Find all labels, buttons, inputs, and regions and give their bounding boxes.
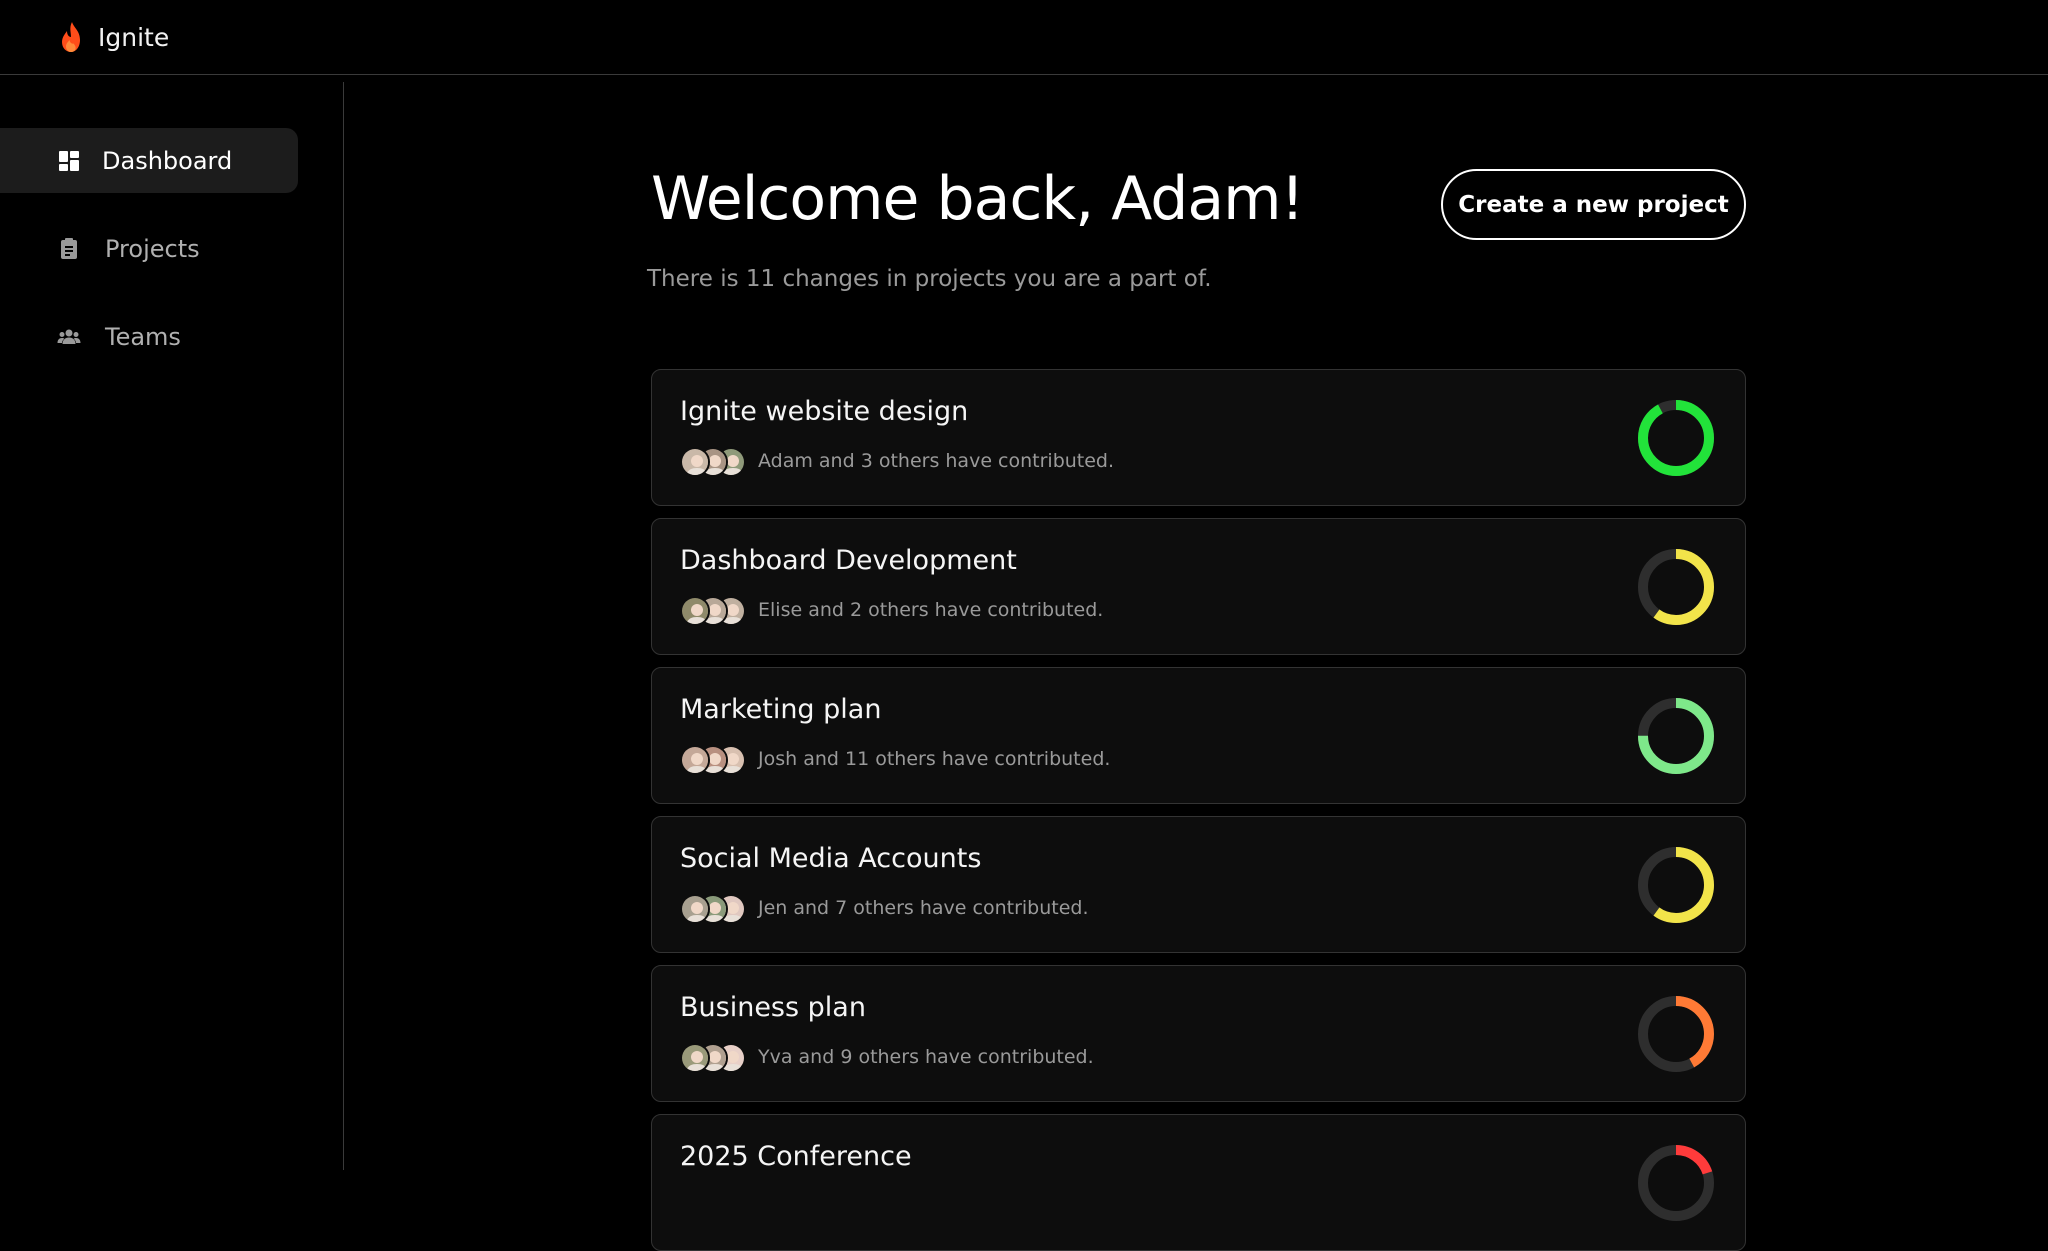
contributor-avatars (680, 1043, 750, 1073)
page-subtitle: There is 11 changes in projects you are … (647, 266, 1212, 292)
contributor-avatars (680, 447, 750, 477)
project-title: Marketing plan (680, 694, 882, 725)
avatar (680, 745, 710, 775)
project-card[interactable]: Marketing plan Josh and 11 others have co… (651, 667, 1746, 804)
main-content: Welcome back, Adam! There is 11 changes … (345, 76, 2048, 1251)
sidebar: Dashboard Projects Teams (0, 82, 344, 1170)
project-card[interactable]: Dashboard Development Elise and 2 others … (651, 518, 1746, 655)
contributor-avatars (680, 745, 750, 775)
progress-ring (1638, 549, 1714, 625)
contributor-avatars (680, 894, 750, 924)
project-card[interactable]: 2025 Conference (651, 1114, 1746, 1251)
progress-ring-fill (1638, 400, 1714, 476)
project-card[interactable]: Business plan Yva and 9 others have contr… (651, 965, 1746, 1102)
app-name: Ignite (98, 22, 170, 52)
contributor-avatars (680, 596, 750, 626)
sidebar-item-teams[interactable]: Teams (0, 304, 298, 369)
contributors-text: Jen and 7 others have contributed. (758, 897, 1089, 919)
top-bar: Ignite (0, 0, 2048, 75)
create-project-button[interactable]: Create a new project (1441, 169, 1746, 240)
flame-icon (62, 22, 80, 52)
project-card[interactable]: Ignite website design Adam and 3 others h… (651, 369, 1746, 506)
users-icon (57, 329, 81, 344)
progress-ring (1638, 847, 1714, 923)
avatar (680, 596, 710, 626)
sidebar-item-projects[interactable]: Projects (0, 216, 298, 281)
avatar (680, 894, 710, 924)
sidebar-item-label: Teams (105, 322, 181, 351)
project-card[interactable]: Social Media Accounts Jen and 7 others ha… (651, 816, 1746, 953)
app-logo[interactable]: Ignite (58, 20, 169, 54)
contributors-text: Elise and 2 others have contributed. (758, 599, 1104, 621)
contributors-text: Josh and 11 others have contributed. (758, 748, 1111, 770)
avatar (680, 447, 710, 477)
sidebar-item-dashboard[interactable]: Dashboard (0, 128, 298, 193)
dashboard-icon (59, 150, 79, 171)
project-title: Ignite website design (680, 396, 969, 427)
contributors-text: Yva and 9 others have contributed. (758, 1046, 1094, 1068)
page-title: Welcome back, Adam! (651, 164, 1305, 234)
contributors-text: Adam and 3 others have contributed. (758, 450, 1115, 472)
sidebar-item-label: Dashboard (102, 146, 233, 175)
clipboard-icon (61, 237, 77, 259)
avatar (680, 1043, 710, 1073)
sidebar-item-label: Projects (105, 234, 200, 263)
project-title: Business plan (680, 992, 866, 1023)
project-title: 2025 Conference (680, 1141, 912, 1172)
progress-ring (1638, 400, 1714, 476)
project-title: Dashboard Development (680, 545, 1017, 576)
project-title: Social Media Accounts (680, 843, 982, 874)
progress-ring (1638, 698, 1714, 774)
progress-ring (1638, 1145, 1714, 1221)
progress-ring (1638, 996, 1714, 1072)
